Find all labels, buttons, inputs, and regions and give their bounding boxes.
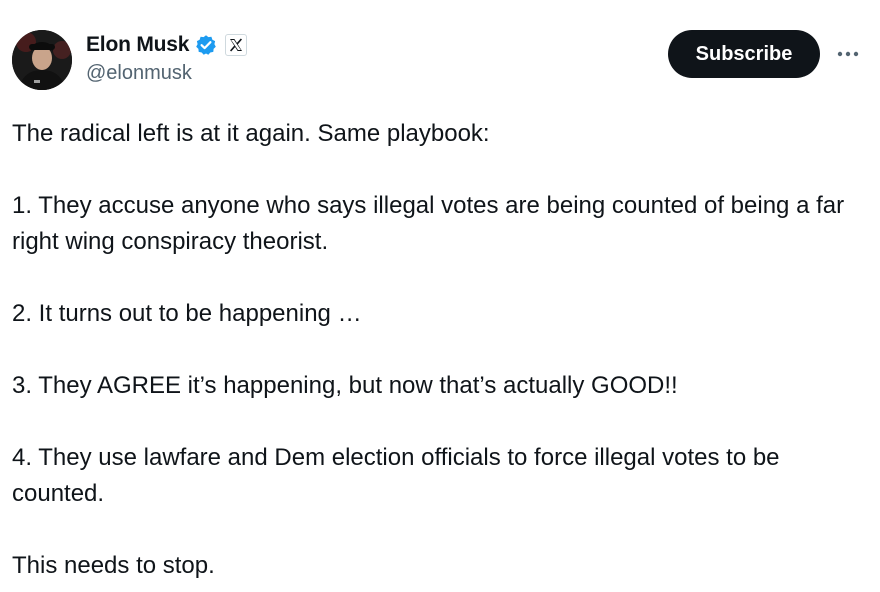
tweet-paragraph: 4. They use lawfare and Dem election off… <box>12 444 787 507</box>
tweet-paragraph: 1. They accuse anyone who says illegal v… <box>12 192 851 255</box>
tweet-paragraph: 3. They AGREE it’s happening, but now th… <box>12 372 678 399</box>
tweet-paragraph: This needs to stop. <box>12 552 215 579</box>
x-logo-icon[interactable] <box>225 34 248 56</box>
tweet-paragraph: 2. It turns out to be happening … <box>12 300 362 327</box>
more-horizontal-icon[interactable] <box>834 40 862 68</box>
display-name[interactable]: Elon Musk <box>86 33 189 57</box>
tweet-card: Elon Musk @elonmusk Subscribe The radica… <box>0 0 880 592</box>
tweet-text: The radical left is at it again. Same pl… <box>12 116 868 584</box>
subscribe-button[interactable]: Subscribe <box>668 30 820 78</box>
author-handle[interactable]: @elonmusk <box>86 62 192 85</box>
verified-checkmark-icon[interactable] <box>195 34 217 56</box>
avatar[interactable] <box>12 30 72 90</box>
tweet-paragraph: The radical left is at it again. Same pl… <box>12 120 490 147</box>
author-name-row: Elon Musk <box>86 31 248 59</box>
